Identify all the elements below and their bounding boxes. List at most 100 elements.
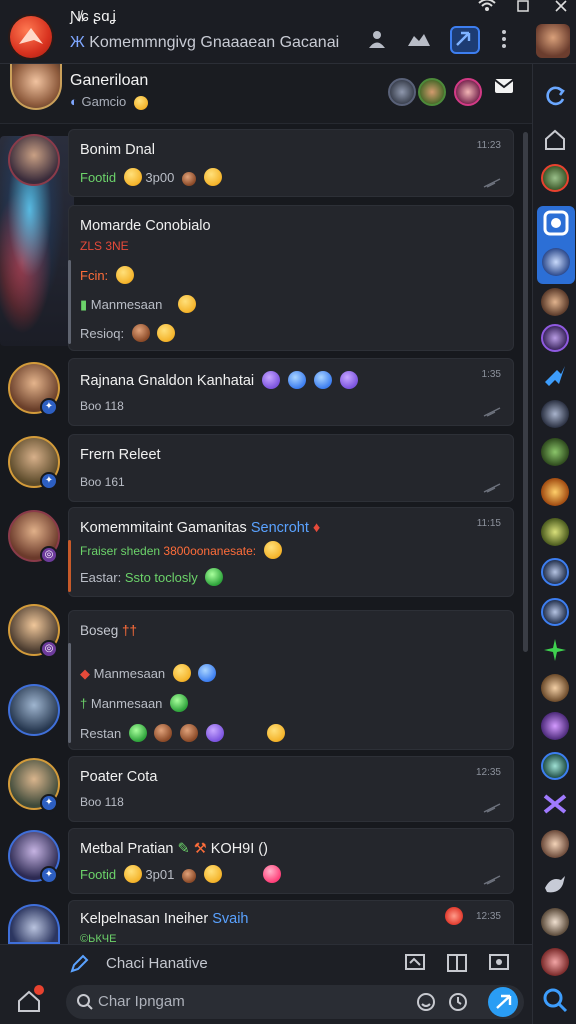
group-icon[interactable] bbox=[406, 28, 430, 52]
participant-avatar[interactable] bbox=[454, 78, 482, 106]
chat-scrollbar[interactable] bbox=[523, 132, 528, 652]
wifi-icon bbox=[478, 0, 496, 12]
home-icon[interactable] bbox=[16, 985, 44, 1018]
message-title: Rajnana Gnaldon Kanhatai bbox=[80, 371, 359, 389]
maximize-icon[interactable] bbox=[514, 0, 532, 14]
thumbs-up-icon bbox=[123, 865, 142, 883]
reaction-icon bbox=[154, 724, 173, 742]
reaction-icon bbox=[445, 907, 463, 925]
rail-avatar[interactable] bbox=[541, 752, 569, 780]
conversation-avatar[interactable] bbox=[10, 64, 62, 110]
more-vertical-icon[interactable] bbox=[498, 28, 522, 52]
coin-icon bbox=[181, 172, 196, 186]
participant-avatar[interactable] bbox=[388, 78, 416, 106]
arrow-icon[interactable] bbox=[541, 362, 569, 390]
message-card[interactable]: Kelpelnasan Ineiher Svaih 12:35 ©ЬКЧЕ bbox=[68, 900, 514, 945]
message-card[interactable]: Frern Releet Boo 161 bbox=[68, 434, 514, 502]
message-title: Komemmitaint Gamanitas Sencroht ♦ bbox=[80, 520, 320, 536]
status-text: Gamcio bbox=[81, 94, 127, 109]
rail-avatar[interactable] bbox=[541, 558, 569, 586]
message-title: Kelpelnasan Ineiher Svaih bbox=[80, 911, 249, 927]
rail-avatar[interactable] bbox=[541, 830, 569, 858]
right-rail bbox=[532, 64, 576, 1024]
message-card[interactable]: Poater Cota 12:35 Boo 118 bbox=[68, 756, 514, 822]
emoji-icon[interactable] bbox=[416, 992, 436, 1017]
flag-icon[interactable] bbox=[404, 953, 426, 978]
message-avatar[interactable] bbox=[8, 684, 60, 736]
alert-icon: ◆ bbox=[80, 666, 90, 681]
message-card[interactable]: Rajnana Gnaldon Kanhatai 1:35 Boo 118 bbox=[68, 358, 514, 426]
message-line: Boo 118 bbox=[80, 399, 124, 413]
rail-avatar[interactable] bbox=[541, 324, 569, 352]
message-line: Fcin: bbox=[80, 266, 134, 284]
edit-icon[interactable] bbox=[68, 953, 90, 980]
bird-icon[interactable] bbox=[541, 870, 569, 898]
reaction-icon bbox=[262, 371, 281, 389]
hammer-icon: ⚒ bbox=[193, 841, 207, 857]
smile-icon bbox=[177, 295, 196, 313]
status-icon: ◐ bbox=[70, 94, 78, 109]
group-badge: ◎ bbox=[40, 546, 58, 564]
timer-icon[interactable] bbox=[448, 992, 468, 1017]
image-icon[interactable] bbox=[488, 953, 510, 978]
message-text: Footid bbox=[80, 170, 117, 185]
participant-avatar[interactable] bbox=[418, 78, 446, 106]
mail-icon[interactable] bbox=[494, 78, 514, 94]
share-icon[interactable] bbox=[450, 26, 480, 54]
app-logo bbox=[10, 16, 52, 58]
rail-avatar[interactable] bbox=[541, 288, 569, 316]
coin-icon bbox=[181, 869, 196, 883]
shuffle-icon[interactable] bbox=[541, 790, 569, 818]
send-button[interactable] bbox=[488, 987, 518, 1017]
conversation-status: ◐ Gamcio bbox=[70, 94, 148, 110]
home-icon[interactable] bbox=[541, 126, 569, 154]
quote-bar bbox=[68, 540, 71, 592]
message-card[interactable]: Bonim Dnal 11:23 Footid 3p00 bbox=[68, 129, 514, 197]
message-line: Footid 3p00 bbox=[80, 168, 222, 186]
user-avatar[interactable] bbox=[536, 24, 570, 58]
verified-badge: ✦ bbox=[40, 794, 58, 812]
window-icon[interactable] bbox=[446, 953, 468, 978]
pencil-icon: ✎ bbox=[177, 841, 190, 857]
message-card[interactable]: Momarde Conobialo ZLS 3NE Fcin: ▮ Manmes… bbox=[68, 205, 514, 351]
read-receipt-icon bbox=[483, 178, 501, 188]
rail-avatar[interactable] bbox=[541, 478, 569, 506]
rail-avatar[interactable] bbox=[541, 908, 569, 936]
rail-avatar[interactable] bbox=[541, 438, 569, 466]
message-time: 11:15 bbox=[476, 518, 501, 529]
rail-avatar[interactable] bbox=[542, 248, 570, 276]
message-line: Boo 161 bbox=[80, 475, 125, 489]
message-card[interactable]: Boseg †† ◆ Manmesaan † Manmesaan Restan bbox=[68, 610, 514, 750]
search-icon[interactable] bbox=[541, 986, 569, 1014]
message-time: 11:23 bbox=[476, 140, 501, 151]
reaction-icon bbox=[314, 371, 333, 389]
coin-icon bbox=[131, 324, 150, 342]
message-line: ZLS 3NE bbox=[80, 239, 129, 253]
chat-input[interactable]: Char Ipngam bbox=[66, 985, 524, 1019]
title-text: Rajnana Gnaldon Kanhatai bbox=[80, 373, 255, 389]
rail-active-item[interactable] bbox=[537, 206, 575, 284]
rail-avatar[interactable] bbox=[541, 948, 569, 976]
message-text: 3p00 bbox=[145, 170, 175, 185]
rail-avatar[interactable] bbox=[541, 400, 569, 428]
rail-avatar[interactable] bbox=[541, 712, 569, 740]
sparkle-icon[interactable] bbox=[541, 636, 569, 664]
refresh-icon[interactable] bbox=[541, 82, 569, 110]
flame-icon: ♦ bbox=[312, 520, 321, 536]
message-time: 12:35 bbox=[475, 911, 501, 922]
subtitle-text: Komemmngivg Gnaaaean Gacanai bbox=[89, 34, 340, 51]
title-accent: Svaih bbox=[212, 911, 249, 927]
rail-avatar[interactable] bbox=[541, 598, 569, 626]
rail-avatar[interactable] bbox=[541, 164, 569, 192]
rail-avatar[interactable] bbox=[541, 518, 569, 546]
message-line: Footid 3p01 bbox=[80, 865, 282, 883]
conversation-name: Ganeriloan bbox=[70, 72, 149, 89]
person-icon[interactable] bbox=[366, 28, 390, 52]
rail-avatar[interactable] bbox=[541, 674, 569, 702]
message-card[interactable]: Metbal Pratian ✎ ⚒ KOH9I () Footid 3p01 bbox=[68, 828, 514, 894]
close-icon[interactable] bbox=[552, 0, 570, 14]
message-line: Eastar: Ssto toclosly bbox=[80, 568, 224, 586]
message-card[interactable]: Komemmitaint Gamanitas Sencroht ♦ 11:15 … bbox=[68, 507, 514, 597]
message-avatar[interactable] bbox=[8, 134, 60, 186]
app-title: Ɲ̸ɕ ʂɑʝ bbox=[70, 8, 117, 25]
